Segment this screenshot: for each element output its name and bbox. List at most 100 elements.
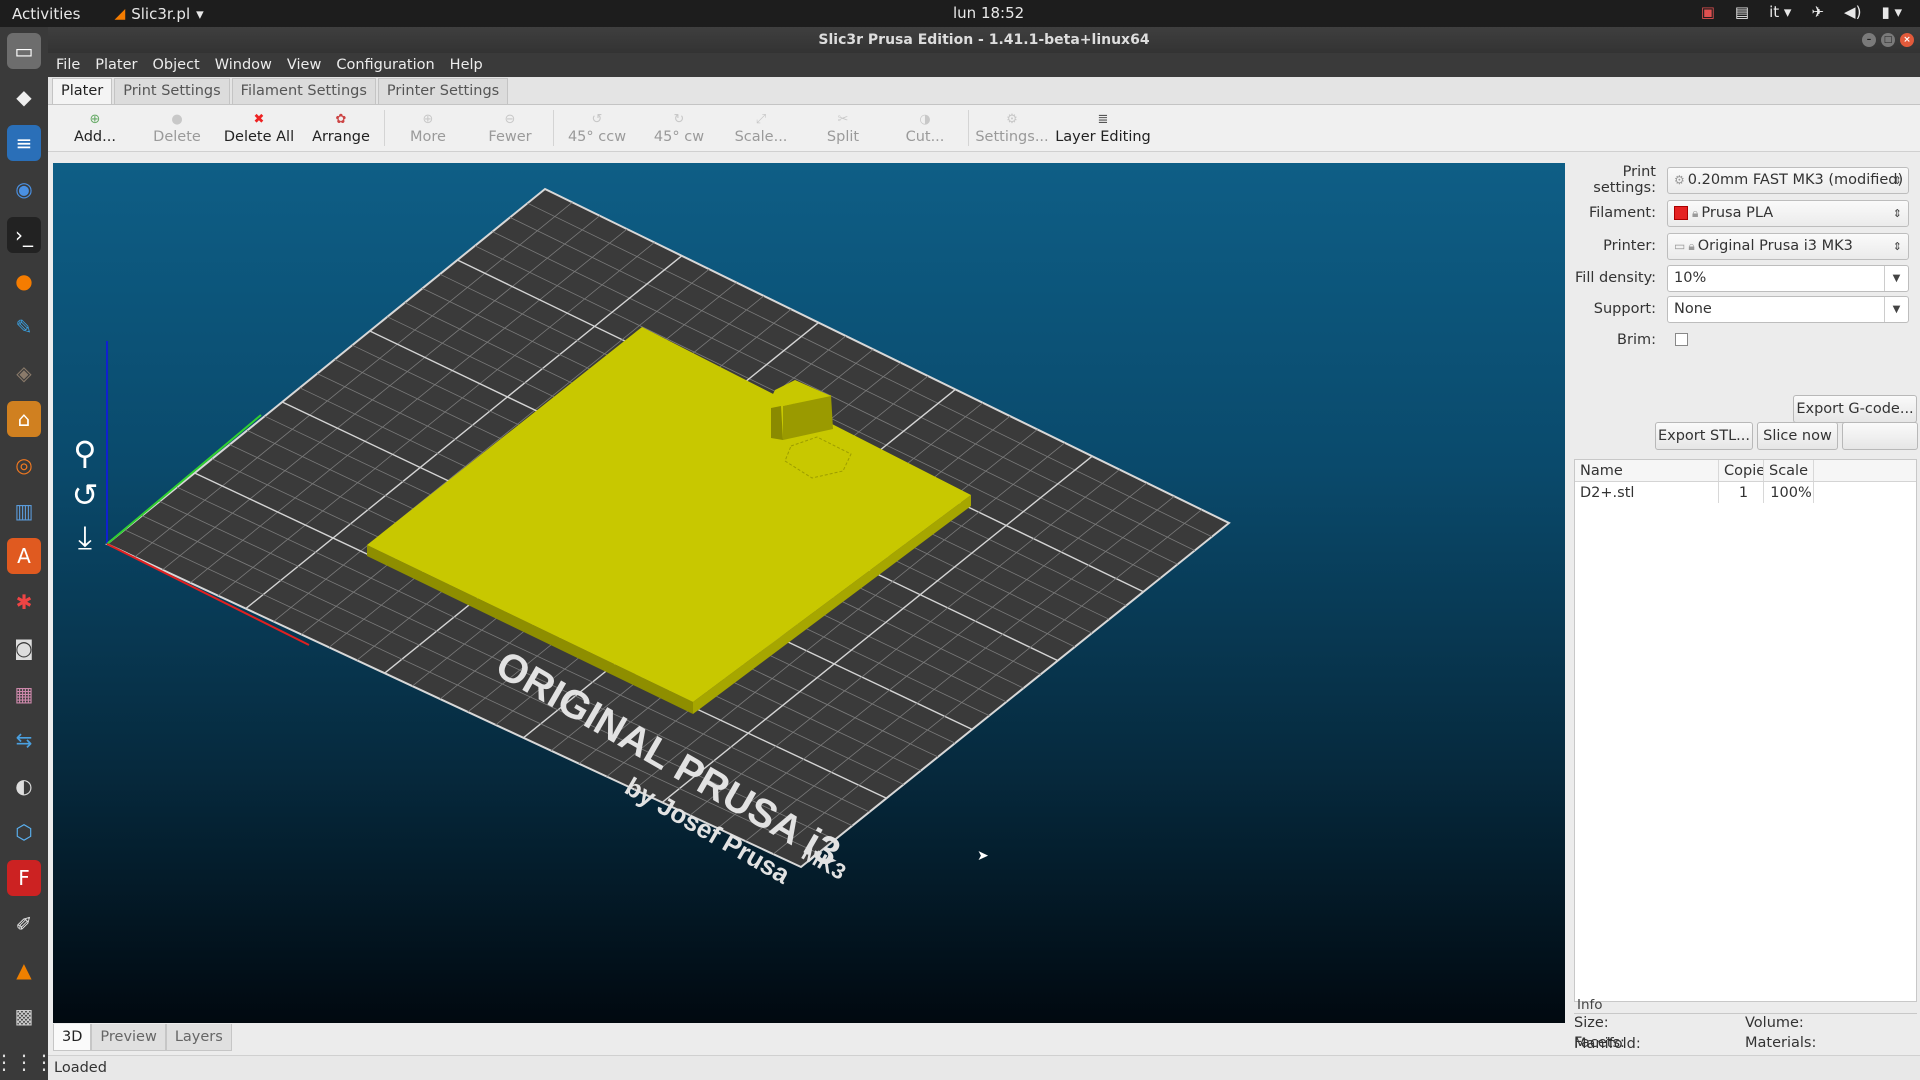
menu-object[interactable]: Object [153, 57, 200, 73]
camera-icon[interactable]: ◙ [7, 630, 41, 666]
screen-recorder-icon[interactable]: ▣ [1701, 3, 1715, 21]
file-manager-icon[interactable]: ▭ [7, 33, 41, 69]
column-header-copies[interactable]: Copie [1719, 460, 1764, 481]
rotate-cw-button[interactable]: ↻ 45° cw [638, 111, 720, 145]
gimp-icon[interactable]: ◈ [7, 355, 41, 391]
video-editor-icon[interactable]: ▦ [7, 676, 41, 712]
table-row[interactable]: D2+.stl 1 100% [1575, 482, 1916, 503]
chevron-down-icon[interactable]: ▼ [1884, 296, 1908, 322]
export-gcode-button[interactable]: Export G-code... [1793, 395, 1917, 423]
scanner-icon[interactable]: ▥ [7, 493, 41, 529]
object-list-header: Name Copie Scale [1575, 460, 1916, 482]
settings-icon[interactable]: ✱ [7, 584, 41, 620]
export-stl-button[interactable]: Export STL... [1655, 422, 1753, 450]
system-tray: ▣ ▤ it ▾ ✈ ◀) ▮ ▾ [1701, 3, 1902, 21]
split-icon: ✂ [837, 112, 849, 127]
text-editor-icon[interactable]: ✐ [7, 906, 41, 942]
vlc-icon[interactable]: ▲ [7, 952, 41, 988]
tab-3d[interactable]: 3D [53, 1024, 92, 1051]
fewer-button[interactable]: ⊖ Fewer [469, 111, 551, 145]
close-icon[interactable]: × [1900, 33, 1914, 47]
blender-icon[interactable]: ◎ [7, 447, 41, 483]
input-language[interactable]: it ▾ [1769, 3, 1791, 21]
print-settings-select[interactable]: ⚙ 0.20mm FAST MK3 (modified) ⇕ [1667, 166, 1909, 194]
support-combobox[interactable]: None ▼ [1667, 295, 1909, 323]
remote-desktop-icon[interactable]: ⇆ [7, 722, 41, 758]
maximize-icon[interactable]: □ [1881, 33, 1895, 47]
orbit-icon[interactable]: ⚲ [63, 431, 107, 475]
rotate-ccw-label: 45° ccw [567, 129, 627, 145]
battery-icon[interactable]: ▮ ▾ [1881, 3, 1902, 21]
toolbar-separator [384, 110, 385, 146]
fritzing-icon[interactable]: F [7, 860, 41, 897]
scale-button[interactable]: ⤢ Scale... [720, 111, 802, 145]
cut-button[interactable]: ◑ Cut... [884, 111, 966, 145]
info-materials-label: Materials: [1745, 1035, 1817, 1051]
split-button[interactable]: ✂ Split [802, 111, 884, 145]
layers-icon: ≣ [1097, 112, 1109, 127]
minimize-icon[interactable]: – [1862, 33, 1876, 47]
add-button[interactable]: ⊕ Add... [54, 111, 136, 145]
add-label: Add... [74, 129, 116, 145]
terminal-icon[interactable]: ›_ [7, 216, 41, 253]
rotate-view-icon[interactable]: ↺ [63, 473, 107, 517]
delete-button[interactable]: ● Delete [136, 111, 218, 145]
show-apps-icon[interactable]: ⋮⋮⋮ [0, 1044, 54, 1080]
filament-select[interactable]: 🔒︎ Prusa PLA ⇕ [1667, 199, 1909, 227]
printer-select[interactable]: ▭ 🔒︎ Original Prusa i3 MK3 ⇕ [1667, 232, 1909, 260]
split-label: Split [826, 129, 860, 145]
tab-filament-settings[interactable]: Filament Settings [231, 78, 376, 104]
arrange-button[interactable]: ✿ Arrange [300, 111, 382, 145]
tab-printer-settings[interactable]: Printer Settings [377, 78, 509, 104]
app-menu[interactable]: ◢ Slic3r.pl ▾ [114, 5, 203, 23]
activities-button[interactable]: Activities [12, 5, 80, 23]
software-center-icon[interactable]: A [7, 538, 41, 575]
brim-checkbox[interactable] [1675, 333, 1688, 346]
menu-file[interactable]: File [56, 57, 80, 73]
inkscape-icon[interactable]: ◆ [7, 79, 41, 115]
tab-print-settings[interactable]: Print Settings [114, 78, 230, 104]
menu-plater[interactable]: Plater [95, 57, 137, 73]
clock[interactable]: lun 18:52 [953, 4, 1024, 22]
filament-color-swatch [1674, 206, 1688, 220]
mouse-cursor: ➤ [977, 848, 989, 864]
firefox-icon[interactable]: ● [7, 263, 41, 299]
freecad-icon[interactable]: ⌂ [7, 400, 41, 437]
menu-view[interactable]: View [287, 57, 321, 73]
menu-help[interactable]: Help [450, 57, 483, 73]
zoom-view-icon[interactable]: ⤓ [63, 515, 107, 559]
rotate-cw-icon: ↻ [673, 112, 685, 127]
brim-label: Brim: [1617, 332, 1656, 348]
fill-density-value: 10% [1674, 270, 1707, 286]
chromium-icon[interactable]: ◉ [7, 171, 41, 207]
3d-viewport[interactable]: ORIGINAL PRUSA i3 MK3 by Josef Prusa ⚲ ↺… [53, 163, 1565, 1023]
filament-label: Filament: [1588, 205, 1656, 221]
object-list[interactable]: Name Copie Scale D2+.stl 1 100% [1574, 459, 1917, 1002]
tab-layers[interactable]: Layers [165, 1024, 232, 1051]
delete-all-label: Delete All [223, 129, 295, 145]
fill-density-combobox[interactable]: 10% ▼ [1667, 264, 1909, 292]
tab-plater[interactable]: Plater [52, 78, 113, 104]
menu-window[interactable]: Window [215, 57, 272, 73]
chevron-down-icon[interactable]: ▼ [1884, 265, 1908, 291]
layer-editing-button[interactable]: ≣ Layer Editing [1053, 111, 1153, 145]
rotate-ccw-button[interactable]: ↺ 45° ccw [556, 111, 638, 145]
settings-button[interactable]: ⚙ Settings... [971, 111, 1053, 145]
window-titlebar[interactable]: Slic3r Prusa Edition - 1.41.1-beta+linux… [48, 27, 1920, 53]
slice-now-button[interactable]: Slice now [1757, 422, 1838, 450]
fewer-icon: ⊖ [504, 112, 516, 127]
menu-configuration[interactable]: Configuration [336, 57, 434, 73]
clapper-icon[interactable]: ▩ [7, 998, 41, 1034]
eye-icon[interactable]: ◐ [7, 768, 41, 804]
column-header-name[interactable]: Name [1575, 460, 1719, 481]
delete-all-button[interactable]: ✖ Delete All [218, 111, 300, 145]
tab-preview[interactable]: Preview [91, 1024, 166, 1051]
thunderbird-icon[interactable]: ✎ [7, 309, 41, 345]
clipboard-icon[interactable]: ▤ [1735, 3, 1749, 21]
column-header-scale[interactable]: Scale [1764, 460, 1814, 481]
airplane-icon[interactable]: ✈ [1811, 3, 1824, 21]
virtualbox-icon[interactable]: ⬡ [7, 814, 41, 850]
writer-icon[interactable]: ≡ [7, 124, 41, 161]
volume-icon[interactable]: ◀) [1844, 3, 1861, 21]
more-button[interactable]: ⊕ More [387, 111, 469, 145]
